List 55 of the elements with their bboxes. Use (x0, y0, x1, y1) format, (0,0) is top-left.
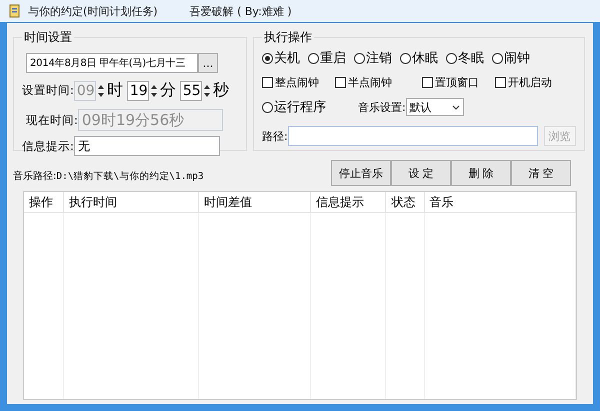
radio-label[interactable]: 冬眠 (458, 49, 484, 67)
caret-icon (452, 104, 460, 110)
radio-button[interactable] (262, 52, 273, 64)
window-title: 与你的约定(时间计划任务) (28, 4, 158, 18)
window-subtitle: 吾爱破解 ( By:难难 ) (190, 4, 292, 18)
radio-button[interactable] (354, 52, 365, 64)
column-header[interactable]: 操作 (24, 192, 64, 212)
radio-label[interactable]: 注销 (366, 49, 392, 67)
action-button[interactable]: 清 空 (511, 160, 571, 186)
action-button[interactable]: 设 定 (391, 160, 451, 186)
time-spinner-field[interactable]: 19 (126, 80, 149, 100)
checkbox[interactable] (495, 77, 506, 88)
checkbox-label[interactable]: 开机启动 (508, 75, 552, 90)
field-label: 路径: (262, 128, 288, 144)
field-label: 音乐设置: (358, 100, 406, 114)
column-header[interactable]: 状态 (386, 192, 425, 212)
action-button[interactable]: 删 除 (451, 160, 511, 186)
app-icon (8, 4, 22, 18)
date-field[interactable]: 2014年8月8日 甲午年(马)七月十三 (26, 53, 198, 73)
radio-label[interactable]: 闹钟 (504, 49, 530, 67)
radio-button[interactable] (492, 52, 503, 64)
radio-label[interactable]: 运行程序 (274, 98, 326, 116)
music-dropdown[interactable]: 默认 (406, 98, 464, 116)
radio-button[interactable] (262, 102, 273, 112)
radio-label[interactable]: 重启 (320, 49, 346, 67)
radio-button[interactable] (400, 52, 411, 64)
field-label: 现在时间: (26, 112, 78, 128)
radio-label[interactable]: 关机 (274, 49, 300, 67)
checkbox[interactable] (335, 77, 346, 88)
radio-label[interactable]: 休眠 (412, 49, 438, 67)
group-title: 时间设置 (23, 29, 73, 46)
field-label: 信息提示: (22, 138, 74, 154)
time-unit: 时 (106, 80, 123, 101)
group-title: 执行操作 (263, 29, 313, 46)
date-picker-button[interactable]: ... (198, 53, 218, 73)
column-header[interactable]: 执行时间 (64, 192, 199, 212)
time-spinner-field[interactable]: 55 (180, 80, 202, 100)
checkbox-label[interactable]: 置顶窗口 (435, 75, 479, 90)
current-time-field: 09时19分56秒 (78, 109, 223, 131)
music-path-text: 音乐路径:D:\猎豹下载\与你的约定\1.mp3 (13, 170, 204, 183)
checkbox[interactable] (422, 77, 433, 88)
field-label: 设置时间: (22, 83, 74, 98)
time-unit: 分 (160, 80, 176, 101)
path-field[interactable] (288, 126, 538, 146)
checkbox[interactable] (262, 77, 273, 88)
checkbox-label[interactable]: 半点闹钟 (348, 75, 392, 90)
time-unit: 秒 (212, 80, 229, 101)
info-field[interactable]: 无 (74, 136, 220, 156)
radio-button[interactable] (446, 52, 457, 64)
column-header[interactable]: 信息提示 (311, 192, 386, 212)
action-button[interactable]: 停止音乐 (331, 160, 391, 186)
column-header[interactable]: 时间差值 (198, 192, 312, 212)
checkbox-label[interactable]: 整点闹钟 (275, 75, 319, 90)
column-header[interactable]: 音乐 (424, 192, 576, 212)
radio-button[interactable] (308, 52, 319, 64)
